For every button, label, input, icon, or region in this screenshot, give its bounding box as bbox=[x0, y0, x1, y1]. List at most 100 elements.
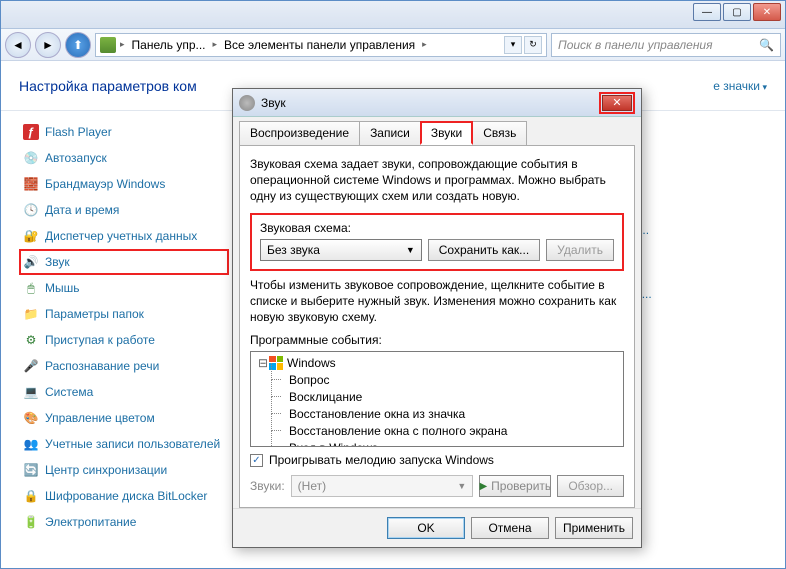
cp-item-label: Система bbox=[45, 385, 93, 399]
cp-item-icon: 🎨 bbox=[23, 410, 39, 426]
cp-item-icon: 🔒 bbox=[23, 488, 39, 504]
forward-button[interactable]: ► bbox=[35, 32, 61, 58]
scheme-combobox[interactable]: Без звука ▼ bbox=[260, 239, 422, 261]
breadcrumb-1[interactable]: Панель упр... bbox=[129, 38, 209, 52]
chevron-down-icon: ▼ bbox=[457, 481, 466, 491]
cp-item-label: Учетные записи пользователей bbox=[45, 437, 220, 451]
dialog-title: Звук bbox=[261, 96, 286, 110]
cp-item-8[interactable]: ⚙ Приступая к работе bbox=[19, 327, 229, 353]
cp-item-7[interactable]: 📁Параметры папок bbox=[19, 301, 229, 327]
cp-item-label: Распознавание речи bbox=[45, 359, 159, 373]
cancel-button[interactable]: Отмена bbox=[471, 517, 549, 539]
cp-item-icon: 🧱 bbox=[23, 176, 39, 192]
scheme-group: Звуковая схема: Без звука ▼ Сохранить ка… bbox=[250, 213, 624, 271]
sounds-label: Звуки: bbox=[250, 479, 285, 493]
tab-Звуки[interactable]: Звуки bbox=[420, 121, 473, 145]
refresh-button[interactable]: ↻ bbox=[524, 36, 542, 54]
cp-item-label: Шифрование диска BitLocker bbox=[45, 489, 207, 503]
tab-panel-sounds: Звуковая схема задает звуки, сопровождаю… bbox=[239, 145, 635, 508]
browse-button: Обзор... bbox=[557, 475, 624, 497]
search-icon: 🔍 bbox=[759, 38, 774, 52]
cp-item-icon: 🔐 bbox=[23, 228, 39, 244]
control-panel-items: ƒ Flash Player 💿Автозапуск 🧱 Брандмауэр Wind… bbox=[19, 119, 229, 535]
ok-button[interactable]: OK bbox=[387, 517, 465, 539]
cp-item-label: Приступая к работе bbox=[45, 333, 155, 347]
cp-item-0[interactable]: ƒ Flash Player bbox=[19, 119, 229, 145]
tab-Связь[interactable]: Связь bbox=[472, 121, 527, 145]
cp-item-icon: 🕓 bbox=[23, 202, 39, 218]
cp-item-label: Диспетчер учетных данных bbox=[45, 229, 197, 243]
sounds-value: (Нет) bbox=[298, 479, 326, 493]
cp-item-icon: 📁 bbox=[23, 306, 39, 322]
apply-button[interactable]: Применить bbox=[555, 517, 633, 539]
search-input[interactable]: Поиск в панели управления 🔍 bbox=[551, 33, 781, 57]
cp-item-icon: ƒ bbox=[23, 124, 39, 140]
chevron-right-icon: ▸ bbox=[420, 39, 429, 50]
address-bar[interactable]: ▸ Панель упр... ▸ Все элементы панели уп… bbox=[95, 33, 547, 57]
cp-item-label: Flash Player bbox=[45, 125, 112, 139]
tree-item-4[interactable]: Вход в Windows bbox=[253, 439, 621, 447]
scheme-label: Звуковая схема: bbox=[260, 221, 614, 235]
cp-item-label: Центр синхронизации bbox=[45, 463, 167, 477]
events-tree[interactable]: ⊟WindowsВопросВосклицаниеВосстановление … bbox=[250, 351, 624, 447]
tree-item-1[interactable]: Восклицание bbox=[253, 388, 621, 405]
cp-item-5[interactable]: 🔊 Звук bbox=[19, 249, 229, 275]
minimize-button[interactable]: — bbox=[693, 3, 721, 21]
chevron-right-icon: ▸ bbox=[211, 39, 220, 50]
back-button[interactable]: ◄ bbox=[5, 32, 31, 58]
control-panel-icon bbox=[100, 37, 116, 53]
sound-dialog: Звук ✕ ВоспроизведениеЗаписиЗвукиСвязь З… bbox=[232, 88, 642, 548]
maximize-button[interactable]: ▢ bbox=[723, 3, 751, 21]
view-link[interactable]: е значки bbox=[713, 79, 767, 93]
cp-item-label: Брандмауэр Windows bbox=[45, 177, 165, 191]
play-startup-checkbox[interactable]: ✓ bbox=[250, 454, 263, 467]
play-startup-label: Проигрывать мелодию запуска Windows bbox=[269, 453, 494, 467]
dialog-close-button[interactable]: ✕ bbox=[602, 95, 632, 111]
events-description: Чтобы изменить звуковое сопровождение, щ… bbox=[250, 277, 624, 326]
cp-item-icon: 💿 bbox=[23, 150, 39, 166]
cp-item-3[interactable]: 🕓 Дата и время bbox=[19, 197, 229, 223]
cp-item-15[interactable]: 🔋Электропитание bbox=[19, 509, 229, 535]
cp-item-11[interactable]: 🎨Управление цветом bbox=[19, 405, 229, 431]
up-button[interactable]: ⬆ bbox=[65, 32, 91, 58]
cp-item-icon: 🔄 bbox=[23, 462, 39, 478]
play-icon: ▶ bbox=[479, 481, 487, 492]
tree-item-2[interactable]: Восстановление окна из значка bbox=[253, 405, 621, 422]
tabstrip: ВоспроизведениеЗаписиЗвукиСвязь bbox=[233, 117, 641, 145]
cp-item-9[interactable]: 🎤Распознавание речи bbox=[19, 353, 229, 379]
cp-item-label: Звук bbox=[45, 255, 70, 269]
cp-item-icon: 🔋 bbox=[23, 514, 39, 530]
addr-dropdown[interactable]: ▾ bbox=[504, 36, 522, 54]
cp-item-2[interactable]: 🧱 Брандмауэр Windows bbox=[19, 171, 229, 197]
tab-Записи[interactable]: Записи bbox=[359, 121, 421, 145]
cp-item-14[interactable]: 🔒 Шифрование диска BitLocker bbox=[19, 483, 229, 509]
dialog-buttons: OK Отмена Применить bbox=[233, 508, 641, 547]
tree-root[interactable]: ⊟Windows bbox=[253, 354, 621, 371]
cp-item-4[interactable]: 🔐 Диспетчер учетных данных bbox=[19, 223, 229, 249]
close-button[interactable]: ✕ bbox=[753, 3, 781, 21]
breadcrumb-2[interactable]: Все элементы панели управления bbox=[221, 38, 418, 52]
sound-icon bbox=[239, 95, 255, 111]
cp-item-icon: ⚙ bbox=[23, 332, 39, 348]
cp-item-6[interactable]: 🖱 Мышь bbox=[19, 275, 229, 301]
cp-item-icon: 🔊 bbox=[23, 254, 39, 270]
delete-button: Удалить bbox=[546, 239, 614, 261]
test-sound-button[interactable]: ▶ Проверить bbox=[479, 475, 551, 497]
search-placeholder: Поиск в панели управления bbox=[558, 38, 713, 52]
cp-item-13[interactable]: 🔄 Центр синхронизации bbox=[19, 457, 229, 483]
tree-item-0[interactable]: Вопрос bbox=[253, 371, 621, 388]
cp-item-label: Мышь bbox=[45, 281, 80, 295]
tab-Воспроизведение[interactable]: Воспроизведение bbox=[239, 121, 360, 145]
cp-item-icon: 👥 bbox=[23, 436, 39, 452]
cp-item-1[interactable]: 💿Автозапуск bbox=[19, 145, 229, 171]
scheme-description: Звуковая схема задает звуки, сопровождаю… bbox=[250, 156, 624, 205]
tree-item-3[interactable]: Восстановление окна с полного экрана bbox=[253, 422, 621, 439]
cp-item-icon: 🖱 bbox=[23, 280, 39, 296]
events-label: Программные события: bbox=[250, 333, 624, 347]
save-as-button[interactable]: Сохранить как... bbox=[428, 239, 540, 261]
cp-item-label: Дата и время bbox=[45, 203, 119, 217]
titlebar: — ▢ ✕ bbox=[1, 1, 785, 29]
cp-item-10[interactable]: 💻Система bbox=[19, 379, 229, 405]
page-title: Настройка параметров ком bbox=[19, 78, 197, 94]
cp-item-12[interactable]: 👥 Учетные записи пользователей bbox=[19, 431, 229, 457]
